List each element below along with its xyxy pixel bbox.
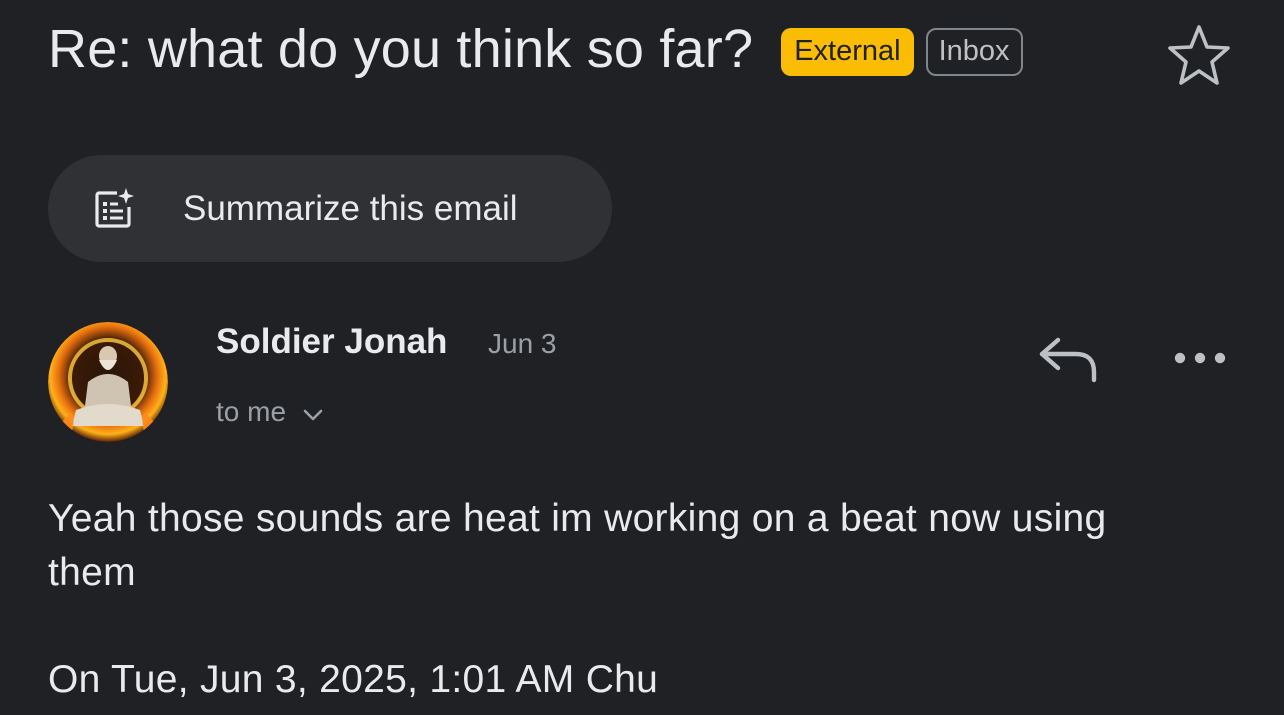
summarize-label: Summarize this email — [183, 189, 518, 228]
recipient-label: to me — [216, 396, 287, 427]
more-options-icon[interactable] — [1170, 344, 1230, 372]
inbox-label-chip[interactable]: Inbox — [925, 28, 1023, 76]
sender-name: Soldier Jonah — [216, 322, 448, 361]
email-body: Yeah those sounds are heat im working on… — [48, 497, 1107, 594]
avatar-image — [48, 322, 168, 442]
summarize-icon — [95, 188, 134, 228]
email-subject: Re: what do you think so far? — [48, 19, 754, 79]
quoted-message-header: On Tue, Jun 3, 2025, 1:01 AM Chu — [48, 658, 659, 701]
reply-icon[interactable] — [1036, 334, 1100, 384]
external-badge: External — [781, 28, 914, 76]
summarize-button[interactable]: Summarize this email — [48, 155, 612, 262]
sender-avatar[interactable] — [48, 322, 168, 442]
star-icon[interactable] — [1166, 22, 1232, 86]
recipient-details-toggle[interactable]: to me — [216, 396, 324, 428]
subject-row: Re: what do you think so far? External I… — [48, 18, 1023, 80]
email-view: Re: what do you think so far? External I… — [0, 0, 1284, 715]
email-date: Jun 3 — [488, 328, 557, 359]
chevron-down-icon — [303, 409, 323, 421]
